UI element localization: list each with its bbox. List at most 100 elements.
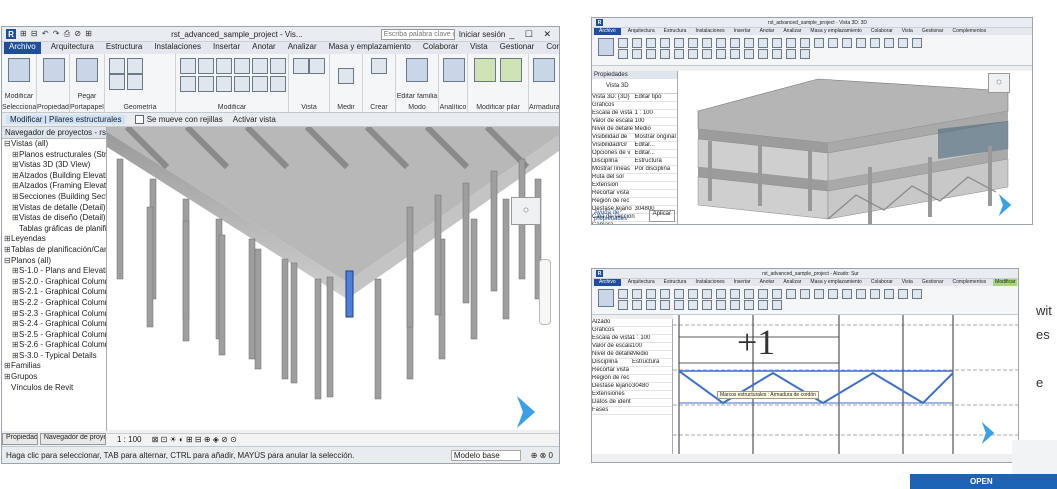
tab-6[interactable]: Analizar bbox=[781, 279, 803, 286]
ribbon-tool-icon[interactable] bbox=[632, 289, 642, 299]
tab-0[interactable]: Archivo bbox=[594, 28, 621, 35]
property-value[interactable]: Editar... bbox=[635, 142, 678, 149]
column[interactable] bbox=[254, 248, 262, 370]
tab-4[interactable]: Insertar bbox=[732, 28, 753, 35]
tab-3[interactable]: Instalaciones bbox=[152, 42, 203, 54]
expand-toggle-icon[interactable]: ⊞ bbox=[4, 372, 11, 383]
expand-toggle-icon[interactable]: ⊞ bbox=[4, 361, 11, 372]
ribbon-tool-icon[interactable] bbox=[660, 38, 670, 48]
properties-help-link[interactable]: Ayuda de propiedades bbox=[594, 210, 649, 222]
ribbon-tool-icon[interactable] bbox=[814, 289, 824, 299]
property-value[interactable]: Por disciplina bbox=[635, 166, 678, 173]
expand-toggle-icon[interactable]: ⊞ bbox=[12, 309, 19, 320]
tab-9[interactable]: Vista bbox=[900, 28, 915, 35]
user-label[interactable]: Iniciar sesión bbox=[459, 30, 506, 39]
ribbon-tool-icon[interactable] bbox=[912, 38, 922, 48]
ribbon-tool-icon[interactable] bbox=[688, 49, 698, 59]
property-row[interactable]: Visibilidad/Gr Editar... bbox=[592, 142, 677, 150]
ribbon-tool-icon[interactable] bbox=[716, 38, 726, 48]
ribbon-tool-icon[interactable] bbox=[898, 38, 908, 48]
expand-toggle-icon[interactable]: ⊞ bbox=[12, 171, 19, 182]
column[interactable] bbox=[290, 262, 298, 384]
trim-icon[interactable] bbox=[180, 76, 196, 92]
tab-2[interactable]: Estructura bbox=[662, 28, 689, 35]
column[interactable] bbox=[116, 158, 124, 280]
property-value[interactable] bbox=[632, 399, 672, 406]
ribbon-tool-icon[interactable] bbox=[632, 300, 642, 310]
tab-5[interactable]: Anotar bbox=[758, 28, 777, 35]
rotate-icon[interactable] bbox=[270, 58, 286, 74]
ribbon-tool-icon[interactable] bbox=[744, 38, 754, 48]
browser-node[interactable]: ⊞Tablas de planificación/Cantidade bbox=[2, 245, 106, 256]
property-value[interactable] bbox=[635, 190, 678, 197]
tab-3[interactable]: Instalaciones bbox=[693, 28, 726, 35]
ribbon-tool-icon[interactable] bbox=[912, 289, 922, 299]
browser-node[interactable]: Vínculos de Revit bbox=[2, 383, 106, 394]
browser-node[interactable]: ⊞S-3.0 - Typical Details bbox=[2, 351, 106, 362]
browser-node[interactable]: ⊟Vistas (all) bbox=[2, 139, 106, 150]
tab-6[interactable]: Analizar bbox=[286, 42, 319, 54]
ribbon-tool-icon[interactable] bbox=[772, 300, 782, 310]
ribbon-tool-icon[interactable] bbox=[800, 49, 810, 59]
browser-node[interactable]: ⊞S-2.4 - Graphical Column Schedul bbox=[2, 319, 106, 330]
property-row[interactable]: Desfase lejano 30480 bbox=[592, 383, 672, 391]
ribbon-tool-icon[interactable] bbox=[758, 289, 768, 299]
array-icon[interactable] bbox=[216, 76, 232, 92]
ribbon-tool-icon[interactable] bbox=[786, 38, 796, 48]
tab-6[interactable]: Analizar bbox=[781, 28, 803, 35]
column[interactable] bbox=[182, 220, 190, 342]
expand-toggle-icon[interactable]: ⊞ bbox=[12, 192, 19, 203]
move-icon[interactable] bbox=[234, 58, 250, 74]
ribbon-tool-icon[interactable] bbox=[716, 289, 726, 299]
property-value[interactable]: 100 bbox=[632, 343, 672, 350]
tab-11[interactable]: Complementos bbox=[951, 28, 989, 35]
ribbon-tool-icon[interactable] bbox=[814, 38, 824, 48]
ribbon-tool-icon[interactable] bbox=[758, 38, 768, 48]
property-row[interactable]: Recortar vista bbox=[592, 190, 677, 198]
property-value[interactable]: 1 : 100 bbox=[632, 335, 672, 342]
ribbon-tool-icon[interactable] bbox=[702, 38, 712, 48]
ribbon-tool-icon[interactable] bbox=[884, 289, 894, 299]
ribbon-tool-icon[interactable] bbox=[828, 38, 838, 48]
property-value[interactable]: Medio bbox=[632, 351, 672, 358]
property-row[interactable]: Gráficos bbox=[592, 327, 672, 335]
tab-2[interactable]: Estructura bbox=[104, 42, 144, 54]
ribbon-tool-icon[interactable] bbox=[800, 38, 810, 48]
tab-3[interactable]: Instalaciones bbox=[693, 279, 726, 286]
property-row[interactable]: Valor de escala 100 bbox=[592, 343, 672, 351]
tab-4[interactable]: Insertar bbox=[732, 279, 753, 286]
panel-tab[interactable]: Navegador de proyectos... bbox=[39, 433, 106, 445]
ribbon-tool-icon[interactable] bbox=[618, 289, 628, 299]
tab-10[interactable]: Gestionar bbox=[920, 28, 946, 35]
revit-logo[interactable]: R bbox=[596, 270, 603, 277]
status-icons[interactable]: ⊕ ⊗ 0 bbox=[531, 451, 559, 460]
ribbon-tool-icon[interactable] bbox=[772, 38, 782, 48]
column[interactable] bbox=[314, 278, 322, 400]
apply-button[interactable]: Aplicar bbox=[648, 210, 675, 222]
column[interactable] bbox=[374, 278, 382, 400]
expand-toggle-icon[interactable]: ⊞ bbox=[12, 330, 19, 341]
cut-icon[interactable] bbox=[109, 58, 125, 74]
ribbon-tool-icon[interactable] bbox=[702, 49, 712, 59]
tab-10[interactable]: Gestionar bbox=[498, 42, 537, 54]
tab-5[interactable]: Anotar bbox=[758, 279, 777, 286]
column[interactable] bbox=[146, 206, 154, 328]
expand-toggle-icon[interactable]: ⊞ bbox=[4, 245, 11, 256]
property-value[interactable]: Editar... bbox=[635, 150, 678, 157]
browser-node[interactable]: ⊞S-2.0 - Graphical Column Schedul bbox=[2, 277, 106, 288]
ribbon-tool-icon[interactable] bbox=[730, 38, 740, 48]
attach-top-base-icon[interactable] bbox=[474, 58, 496, 82]
tab-9[interactable]: Vista bbox=[468, 42, 490, 54]
property-row[interactable]: Recortar vista bbox=[592, 367, 672, 375]
thumb-3d-canvas[interactable]: ⬡ bbox=[678, 71, 1032, 224]
browser-node[interactable]: ⊞Vistas de diseño (Detail) bbox=[2, 213, 106, 224]
expand-toggle-icon[interactable]: ⊞ bbox=[12, 266, 19, 277]
ribbon-tool-icon[interactable] bbox=[702, 300, 712, 310]
open-button[interactable]: OPEN bbox=[910, 474, 1057, 489]
property-value[interactable] bbox=[632, 407, 672, 414]
ribbon-tool-icon[interactable] bbox=[646, 38, 656, 48]
override-icon[interactable] bbox=[309, 58, 325, 74]
browser-node[interactable]: ⊞Leyendas bbox=[2, 234, 106, 245]
ribbon-tool-icon[interactable] bbox=[898, 289, 908, 299]
expand-toggle-icon[interactable]: ⊞ bbox=[12, 319, 19, 330]
